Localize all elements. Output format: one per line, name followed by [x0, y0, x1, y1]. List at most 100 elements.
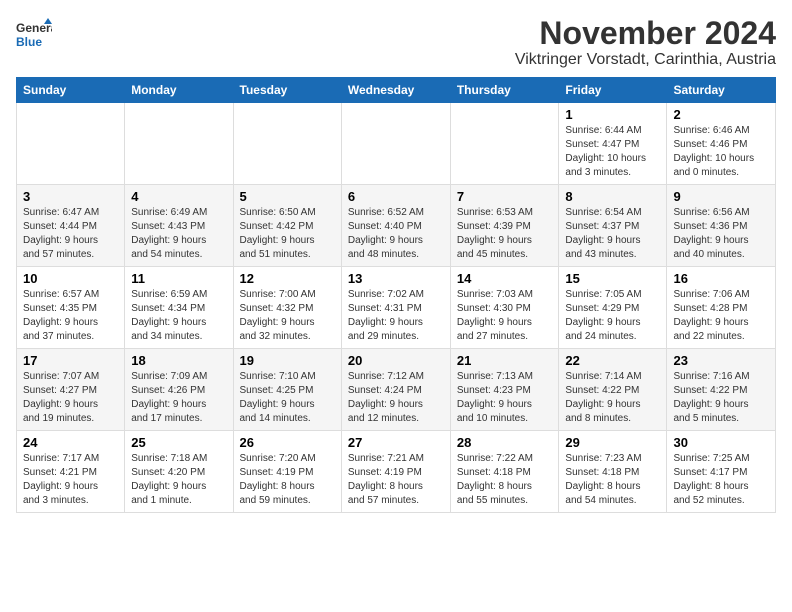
table-row: 2 Sunrise: 6:46 AM Sunset: 4:46 PM Daylig…	[667, 103, 776, 185]
day-info: Sunrise: 7:23 AM Sunset: 4:18 PM Dayligh…	[565, 452, 660, 508]
table-row	[450, 103, 559, 185]
day-info: Sunrise: 7:22 AM Sunset: 4:18 PM Dayligh…	[457, 452, 553, 508]
calendar-title: November 2024	[515, 16, 776, 51]
day-number: 29	[565, 435, 660, 450]
day-info: Sunrise: 6:44 AM Sunset: 4:47 PM Dayligh…	[565, 124, 660, 180]
day-info: Sunrise: 6:52 AM Sunset: 4:40 PM Dayligh…	[348, 206, 444, 262]
day-number: 21	[457, 353, 553, 368]
title-block: November 2024 Viktringer Vorstadt, Carin…	[515, 16, 776, 69]
day-number: 12	[240, 271, 335, 286]
day-number: 14	[457, 271, 553, 286]
table-row: 17 Sunrise: 7:07 AM Sunset: 4:27 PM Dayli…	[17, 349, 125, 431]
table-row: 30 Sunrise: 7:25 AM Sunset: 4:17 PM Dayli…	[667, 431, 776, 513]
day-info: Sunrise: 6:50 AM Sunset: 4:42 PM Dayligh…	[240, 206, 335, 262]
table-row	[233, 103, 341, 185]
day-info: Sunrise: 7:17 AM Sunset: 4:21 PM Dayligh…	[23, 452, 118, 508]
day-info: Sunrise: 7:03 AM Sunset: 4:30 PM Dayligh…	[457, 288, 553, 344]
day-info: Sunrise: 7:20 AM Sunset: 4:19 PM Dayligh…	[240, 452, 335, 508]
day-number: 27	[348, 435, 444, 450]
day-number: 18	[131, 353, 226, 368]
table-row: 27 Sunrise: 7:21 AM Sunset: 4:19 PM Dayli…	[341, 431, 450, 513]
table-row: 22Sunrise: 7:14 AM Sunset: 4:22 PM Dayli…	[559, 349, 667, 431]
day-info: Sunrise: 6:57 AM Sunset: 4:35 PM Dayligh…	[23, 288, 118, 344]
day-number: 20	[348, 353, 444, 368]
day-number: 9	[673, 189, 769, 204]
table-row: 8 Sunrise: 6:54 AM Sunset: 4:37 PM Daylig…	[559, 185, 667, 267]
table-row	[341, 103, 450, 185]
day-info: Sunrise: 7:16 AM Sunset: 4:22 PM Dayligh…	[673, 370, 769, 426]
col-friday: Friday	[559, 78, 667, 103]
day-info: Sunrise: 7:25 AM Sunset: 4:17 PM Dayligh…	[673, 452, 769, 508]
day-info: Sunrise: 7:09 AM Sunset: 4:26 PM Dayligh…	[131, 370, 226, 426]
table-row: 4 Sunrise: 6:49 AM Sunset: 4:43 PM Daylig…	[125, 185, 233, 267]
calendar-week-3: 17 Sunrise: 7:07 AM Sunset: 4:27 PM Dayli…	[17, 349, 776, 431]
day-number: 24	[23, 435, 118, 450]
col-sunday: Sunday	[17, 78, 125, 103]
day-number: 4	[131, 189, 226, 204]
day-number: 25	[131, 435, 226, 450]
day-number: 6	[348, 189, 444, 204]
table-row: 18 Sunrise: 7:09 AM Sunset: 4:26 PM Dayli…	[125, 349, 233, 431]
day-number: 28	[457, 435, 553, 450]
table-row: 29 Sunrise: 7:23 AM Sunset: 4:18 PM Dayli…	[559, 431, 667, 513]
table-row: 21Sunrise: 7:13 AM Sunset: 4:23 PM Dayli…	[450, 349, 559, 431]
day-number: 23	[673, 353, 769, 368]
table-row: 7 Sunrise: 6:53 AM Sunset: 4:39 PM Daylig…	[450, 185, 559, 267]
day-info: Sunrise: 6:53 AM Sunset: 4:39 PM Dayligh…	[457, 206, 553, 262]
day-info: Sunrise: 7:10 AM Sunset: 4:25 PM Dayligh…	[240, 370, 335, 426]
day-number: 19	[240, 353, 335, 368]
day-number: 3	[23, 189, 118, 204]
header-section: General Blue November 2024 Viktringer Vo…	[16, 16, 776, 69]
day-info: Sunrise: 6:47 AM Sunset: 4:44 PM Dayligh…	[23, 206, 118, 262]
calendar-week-2: 10Sunrise: 6:57 AM Sunset: 4:35 PM Dayli…	[17, 267, 776, 349]
day-number: 2	[673, 107, 769, 122]
header-row: Sunday Monday Tuesday Wednesday Thursday…	[17, 78, 776, 103]
day-info: Sunrise: 7:07 AM Sunset: 4:27 PM Dayligh…	[23, 370, 118, 426]
day-info: Sunrise: 6:54 AM Sunset: 4:37 PM Dayligh…	[565, 206, 660, 262]
table-row: 1 Sunrise: 6:44 AM Sunset: 4:47 PM Daylig…	[559, 103, 667, 185]
col-wednesday: Wednesday	[341, 78, 450, 103]
day-number: 30	[673, 435, 769, 450]
table-row: 5 Sunrise: 6:50 AM Sunset: 4:42 PM Daylig…	[233, 185, 341, 267]
day-number: 13	[348, 271, 444, 286]
day-number: 5	[240, 189, 335, 204]
day-info: Sunrise: 7:02 AM Sunset: 4:31 PM Dayligh…	[348, 288, 444, 344]
table-row: 23 Sunrise: 7:16 AM Sunset: 4:22 PM Dayli…	[667, 349, 776, 431]
day-info: Sunrise: 7:05 AM Sunset: 4:29 PM Dayligh…	[565, 288, 660, 344]
calendar-table: Sunday Monday Tuesday Wednesday Thursday…	[16, 77, 776, 513]
col-saturday: Saturday	[667, 78, 776, 103]
table-row: 26 Sunrise: 7:20 AM Sunset: 4:19 PM Dayli…	[233, 431, 341, 513]
day-info: Sunrise: 6:56 AM Sunset: 4:36 PM Dayligh…	[673, 206, 769, 262]
table-row: 13 Sunrise: 7:02 AM Sunset: 4:31 PM Dayli…	[341, 267, 450, 349]
day-number: 8	[565, 189, 660, 204]
day-number: 7	[457, 189, 553, 204]
table-row	[125, 103, 233, 185]
day-info: Sunrise: 7:00 AM Sunset: 4:32 PM Dayligh…	[240, 288, 335, 344]
day-info: Sunrise: 7:18 AM Sunset: 4:20 PM Dayligh…	[131, 452, 226, 508]
logo-icon: General Blue	[16, 16, 52, 52]
day-number: 15	[565, 271, 660, 286]
day-info: Sunrise: 7:14 AM Sunset: 4:22 PM Dayligh…	[565, 370, 660, 426]
day-number: 26	[240, 435, 335, 450]
table-row: 3 Sunrise: 6:47 AM Sunset: 4:44 PM Daylig…	[17, 185, 125, 267]
table-row: 10Sunrise: 6:57 AM Sunset: 4:35 PM Dayli…	[17, 267, 125, 349]
day-number: 16	[673, 271, 769, 286]
table-row: 12 Sunrise: 7:00 AM Sunset: 4:32 PM Dayli…	[233, 267, 341, 349]
svg-text:Blue: Blue	[16, 35, 42, 49]
day-number: 11	[131, 271, 226, 286]
table-row: 24 Sunrise: 7:17 AM Sunset: 4:21 PM Dayli…	[17, 431, 125, 513]
table-row	[17, 103, 125, 185]
col-tuesday: Tuesday	[233, 78, 341, 103]
day-number: 17	[23, 353, 118, 368]
day-info: Sunrise: 6:46 AM Sunset: 4:46 PM Dayligh…	[673, 124, 769, 180]
table-row: 16Sunrise: 7:06 AM Sunset: 4:28 PM Dayli…	[667, 267, 776, 349]
day-number: 1	[565, 107, 660, 122]
table-row: 9 Sunrise: 6:56 AM Sunset: 4:36 PM Daylig…	[667, 185, 776, 267]
calendar-week-1: 3 Sunrise: 6:47 AM Sunset: 4:44 PM Daylig…	[17, 185, 776, 267]
day-info: Sunrise: 7:21 AM Sunset: 4:19 PM Dayligh…	[348, 452, 444, 508]
table-row: 20 Sunrise: 7:12 AM Sunset: 4:24 PM Dayli…	[341, 349, 450, 431]
day-info: Sunrise: 6:49 AM Sunset: 4:43 PM Dayligh…	[131, 206, 226, 262]
day-info: Sunrise: 7:12 AM Sunset: 4:24 PM Dayligh…	[348, 370, 444, 426]
table-row: 25 Sunrise: 7:18 AM Sunset: 4:20 PM Dayli…	[125, 431, 233, 513]
calendar-week-0: 1 Sunrise: 6:44 AM Sunset: 4:47 PM Daylig…	[17, 103, 776, 185]
